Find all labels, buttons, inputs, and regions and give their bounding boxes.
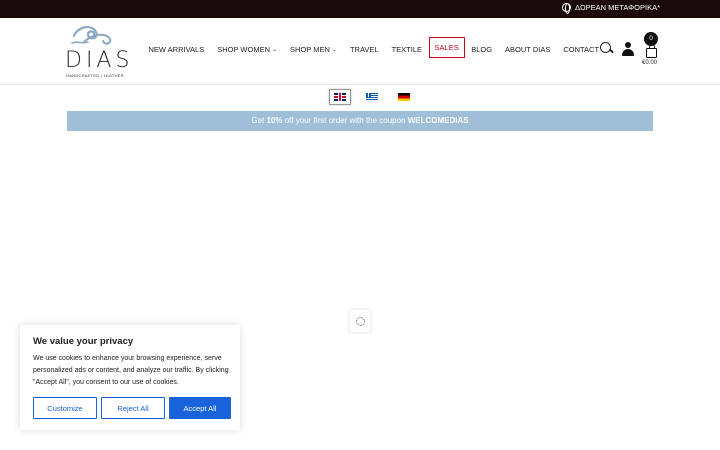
nav-about[interactable]: ABOUT DIAS [499,40,557,58]
cookie-text: We use cookies to enhance your browsing … [33,355,229,386]
loading-spinner [350,310,370,332]
promo-text: ΔΩΡΕΑΝ ΜΕΤΑΦΟΡΙΚΑ* [574,3,660,12]
accept-all-button[interactable]: Accept All [169,397,231,419]
site-logo[interactable]: DIAS HANDCRAFTED | LEATHER [62,22,129,80]
nav-item-label: SALES [434,43,459,52]
nav-shop-men[interactable]: SHOP MEN ⌄ [284,40,344,58]
reject-all-button[interactable]: Reject All [101,397,165,419]
lang-english[interactable] [329,89,351,105]
nav-item-label: ABOUT DIAS [505,44,551,54]
nav-item-label: SHOP MEN [290,44,330,54]
site-header: DIAS HANDCRAFTED | LEATHER NEW ARRIVALS … [0,18,720,85]
logo-brand: DIAS [65,48,134,73]
language-switcher [329,89,415,105]
greece-flag-icon [366,93,378,101]
cookie-consent-banner: We value your privacy We use cookies to … [20,325,240,430]
chevron-down-icon: ⌄ [331,46,337,53]
search-icon[interactable] [600,42,614,56]
nav-item-label: SHOP WOMEN [217,44,271,54]
nav-sales[interactable]: SALES [428,37,465,58]
shopping-bag-icon [645,44,657,58]
nav-textile[interactable]: TEXTILE [385,40,428,58]
cart-button[interactable]: 0 €0.00 [642,32,660,66]
coupon-discount: 10% [266,116,283,125]
germany-flag-icon [398,93,410,101]
nav-item-label: TEXTILE [391,44,423,54]
cart-total: €0.00 [641,60,657,66]
logo-tagline: HANDCRAFTED | LEATHER [66,73,124,78]
globe-icon [561,3,571,14]
user-account-icon[interactable] [622,42,634,56]
nav-new-arrivals[interactable]: NEW ARRIVALS [142,40,211,58]
cookie-actions: Customize Reject All Accept All [33,397,231,419]
spinner-icon [355,316,365,326]
main-nav: NEW ARRIVALS SHOP WOMEN ⌄ SHOP MEN ⌄ TRA… [142,37,606,58]
nav-contact[interactable]: CONTACT [557,40,606,58]
nav-item-label: TRAVEL [349,44,379,54]
nav-blog[interactable]: BLOG [465,40,499,58]
chevron-down-icon: ⌄ [272,46,278,53]
nav-item-label: CONTACT [563,44,600,54]
header-actions: 0 €0.00 [600,32,660,66]
coupon-middle: off your first order with the coupon [282,116,408,125]
nav-shop-women[interactable]: SHOP WOMEN ⌄ [211,40,284,58]
nav-item-label: NEW ARRIVALS [148,44,205,54]
nav-travel[interactable]: TRAVEL [343,40,385,58]
customize-button[interactable]: Customize [33,397,97,419]
free-shipping-promo[interactable]: ΔΩΡΕΑΝ ΜΕΤΑΦΟΡΙΚΑ* [561,3,660,14]
cookie-title: We value your privacy [33,336,134,347]
lang-greek[interactable] [361,89,383,105]
wave-logo-icon [71,26,112,45]
top-promo-bar: ΔΩΡΕΑΝ ΜΕΤΑΦΟΡΙΚΑ* [0,0,720,18]
lang-german[interactable] [393,89,415,105]
coupon-prefix: Get [251,116,267,125]
uk-flag-icon [334,93,346,101]
coupon-code: WELCOMEDIAS [407,116,469,125]
coupon-banner: Get 10% off your first order with the co… [67,111,653,131]
nav-item-label: BLOG [471,44,493,54]
